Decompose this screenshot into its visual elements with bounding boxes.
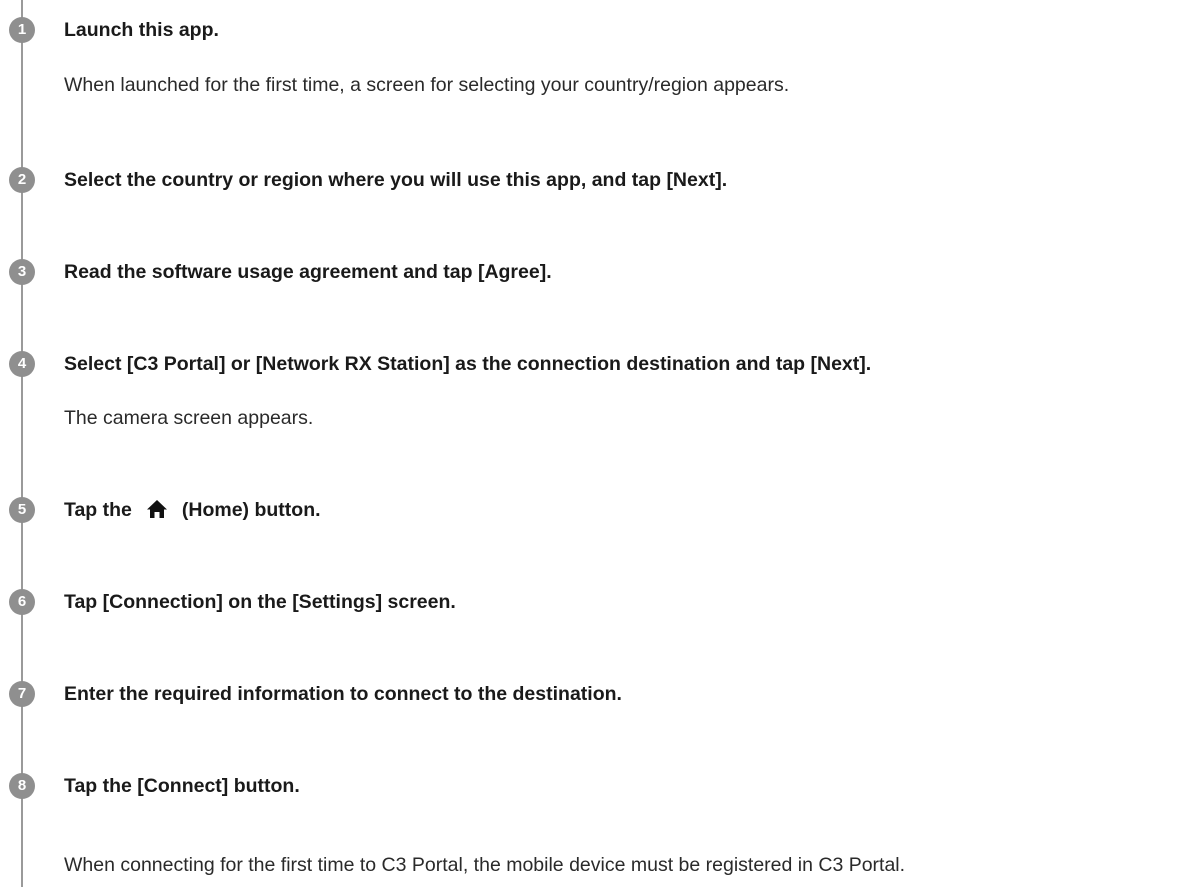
step-description: When launched for the first time, a scre… [64, 74, 790, 96]
step-title: Tap the (Home) button. [64, 497, 321, 523]
timeline-rail [21, 0, 23, 887]
step-title: Select [C3 Portal] or [Network RX Statio… [64, 353, 872, 375]
step-number-badge: 6 [9, 589, 35, 615]
step-title: Tap [Connection] on the [Settings] scree… [64, 591, 456, 613]
step-title: Launch this app. [64, 19, 219, 41]
step-title-before: Tap the [64, 499, 132, 521]
step-number-badge: 4 [9, 351, 35, 377]
step-number-badge: 8 [9, 773, 35, 799]
procedure-steps: 1 Launch this app. When launched for the… [0, 0, 1186, 887]
step-description: The camera screen appears. [64, 407, 314, 429]
step-number-badge: 7 [9, 681, 35, 707]
home-icon [146, 499, 168, 519]
step-title: Read the software usage agreement and ta… [64, 261, 552, 283]
step-title: Select the country or region where you w… [64, 169, 728, 191]
step-description: When connecting for the first time to C3… [64, 854, 906, 876]
step-number-badge: 2 [9, 167, 35, 193]
step-title: Tap the [Connect] button. [64, 775, 300, 797]
step-title-after: (Home) button. [181, 499, 321, 521]
step-number-badge: 3 [9, 259, 35, 285]
step-number-badge: 1 [9, 17, 35, 43]
step-number-badge: 5 [9, 497, 35, 523]
step-title: Enter the required information to connec… [64, 683, 622, 705]
